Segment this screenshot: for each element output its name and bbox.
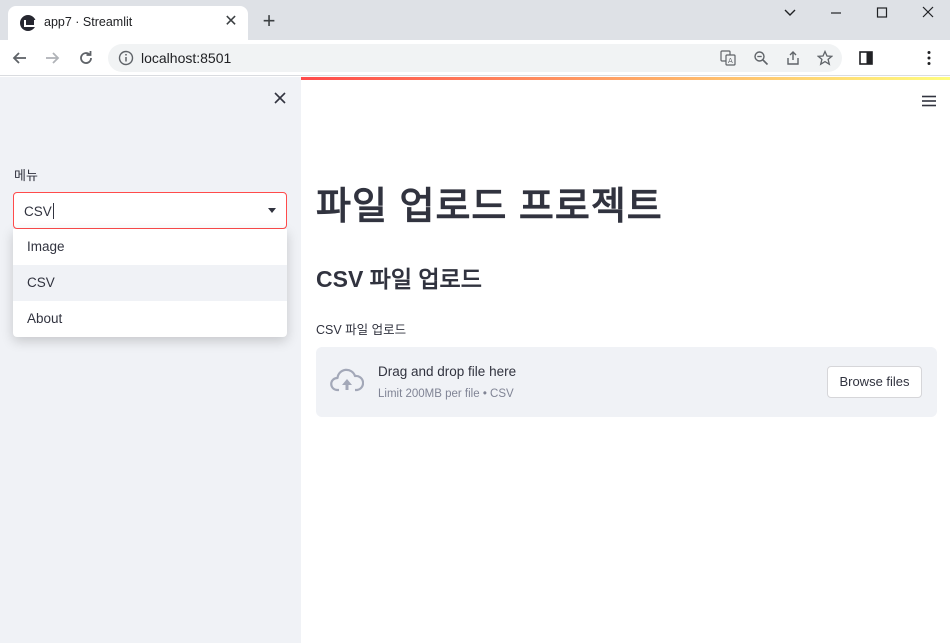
minimize-icon[interactable] — [826, 4, 846, 22]
maximize-icon[interactable] — [872, 4, 892, 22]
hamburger-menu-icon[interactable] — [921, 94, 937, 107]
reload-icon[interactable] — [76, 48, 96, 68]
streamlit-app: 메뉴 CSV Image CSV About 파일 업로드 프로젝트 CSV 파… — [0, 77, 950, 643]
url-text: localhost:8501 — [141, 50, 232, 66]
browser-toolbar: localhost:8501 A — [0, 40, 950, 76]
tab-search-chevron-icon[interactable] — [780, 4, 800, 22]
menu-select-label: 메뉴 — [14, 168, 38, 183]
side-panel-icon[interactable] — [856, 48, 876, 68]
bookmark-star-icon[interactable] — [816, 49, 834, 66]
dropzone-instructions: Drag and drop file here — [378, 364, 517, 379]
file-uploader-label: CSV 파일 업로드 — [316, 323, 407, 337]
back-arrow-icon[interactable] — [10, 48, 30, 68]
tab-title: app7 · Streamlit — [44, 15, 133, 29]
header-decoration-bar — [301, 77, 950, 80]
text-cursor — [52, 203, 54, 219]
menu-select-value[interactable]: CSV — [24, 203, 54, 219]
address-bar[interactable]: localhost:8501 A — [108, 44, 842, 72]
sidebar-close-icon[interactable] — [272, 90, 288, 106]
browser-tab-bar: app7 · Streamlit ✕ + — [0, 0, 950, 40]
menu-select[interactable]: CSV — [13, 192, 287, 229]
share-icon[interactable] — [785, 50, 801, 66]
menu-option-about[interactable]: About — [13, 301, 287, 337]
chevron-down-icon[interactable] — [268, 208, 276, 213]
browser-menu-icon[interactable] — [919, 48, 939, 68]
dropzone-limit-text: Limit 200MB per file • CSV — [378, 388, 514, 400]
page-title: 파일 업로드 프로젝트 — [316, 186, 663, 228]
cloud-upload-icon — [330, 368, 365, 396]
new-tab-button[interactable]: + — [258, 10, 280, 32]
zoom-out-icon[interactable] — [753, 50, 769, 66]
browse-files-button[interactable]: Browse files — [827, 366, 922, 398]
svg-text:A: A — [728, 57, 733, 65]
forward-arrow-icon[interactable] — [42, 48, 62, 68]
section-title: CSV 파일 업로드 — [316, 266, 482, 292]
menu-option-image[interactable]: Image — [13, 229, 287, 265]
browser-tab[interactable]: app7 · Streamlit ✕ — [8, 6, 248, 40]
sidebar: 메뉴 CSV Image CSV About — [0, 77, 301, 643]
tab-close-icon[interactable]: ✕ — [222, 13, 240, 31]
menu-dropdown-list: Image CSV About — [13, 229, 287, 337]
main-content: 파일 업로드 프로젝트 CSV 파일 업로드 CSV 파일 업로드 Drag a… — [301, 77, 950, 643]
menu-option-csv[interactable]: CSV — [13, 265, 287, 301]
file-dropzone[interactable]: Drag and drop file here Limit 200MB per … — [316, 347, 937, 417]
close-window-icon[interactable] — [918, 4, 938, 22]
streamlit-favicon-icon — [20, 15, 36, 31]
site-info-icon[interactable] — [118, 50, 134, 66]
translate-icon[interactable]: A — [720, 50, 736, 66]
